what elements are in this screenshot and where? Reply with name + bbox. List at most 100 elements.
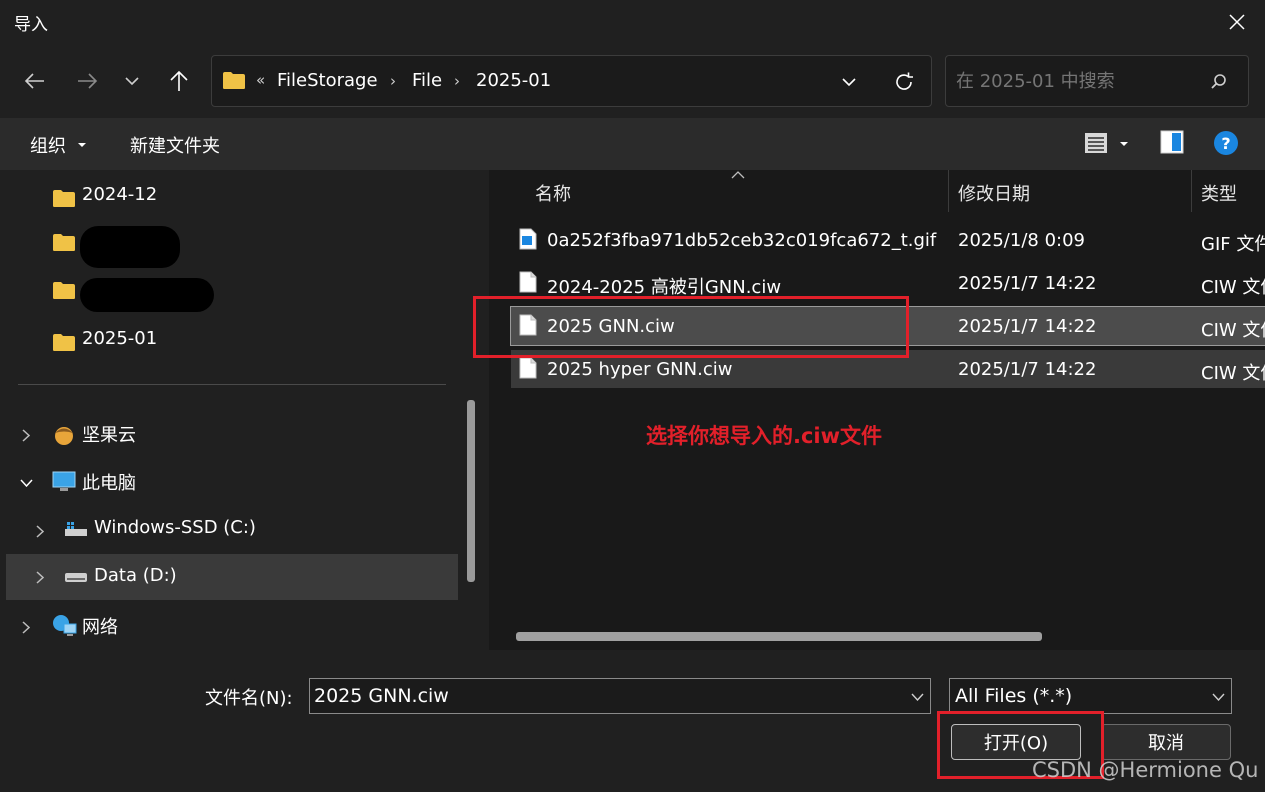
network-icon (53, 615, 77, 636)
filename-label: 文件名(N): (205, 688, 293, 709)
forward-button[interactable] (69, 63, 105, 99)
nav-divider (18, 384, 446, 385)
close-button[interactable] (1215, 4, 1259, 40)
file-name: 2025 hyper GNN.ciw (547, 359, 733, 380)
search-icon (1211, 74, 1226, 89)
window-title: 导入 (14, 15, 48, 35)
annotation-highlight-box (473, 296, 909, 358)
arrow-up-icon (170, 70, 188, 91)
caret-down-icon (78, 143, 86, 147)
folder-icon (223, 72, 245, 89)
up-button[interactable] (161, 63, 197, 99)
arrow-left-icon (24, 73, 44, 89)
redaction-mark (80, 226, 180, 268)
nav-folder-label: 2024-12 (82, 184, 158, 205)
back-button[interactable] (17, 63, 53, 99)
nav-item-label: 此电脑 (82, 473, 136, 494)
chevron-right-icon (36, 571, 44, 584)
nav-scrollbar-thumb[interactable] (467, 400, 475, 582)
svg-text:?: ? (1221, 134, 1230, 153)
chevron-down-icon (1212, 693, 1225, 701)
chevron-right-icon (22, 429, 30, 442)
filename-combobox[interactable]: 2025 GNN.ciw (309, 678, 931, 714)
sort-ascending-icon (731, 171, 745, 179)
breadcrumb-file[interactable]: File (412, 70, 442, 91)
folder-icon (53, 234, 75, 251)
help-icon: ? (1214, 131, 1238, 155)
file-icon (519, 357, 537, 379)
command-bar: 组织 新建文件夹 ? (0, 118, 1265, 170)
nutstore-icon (55, 427, 73, 445)
preview-pane-icon (1160, 130, 1184, 154)
file-date: 2025/1/7 14:22 (958, 273, 1097, 294)
chevron-down-icon (842, 78, 856, 87)
arrow-right-icon (78, 73, 98, 89)
breadcrumb-separator: › (390, 72, 396, 90)
address-bar[interactable]: « FileStorage › File › 2025-01 (211, 55, 932, 107)
close-icon (1229, 14, 1245, 30)
column-divider[interactable] (948, 170, 949, 212)
chevron-right-icon (36, 525, 44, 538)
column-divider[interactable] (1191, 170, 1192, 212)
breadcrumb-2025-01[interactable]: 2025-01 (476, 70, 551, 91)
file-date: 2025/1/7 14:22 (958, 316, 1097, 337)
refresh-icon (896, 72, 913, 90)
cancel-button[interactable]: 取消 (1101, 724, 1231, 760)
address-history-button[interactable] (836, 70, 862, 94)
chevron-down-icon (911, 693, 924, 701)
refresh-button[interactable] (890, 69, 918, 95)
nav-folder-2024-12[interactable]: 2024-12 (52, 182, 252, 214)
computer-icon (52, 471, 76, 491)
chevron-right-icon (22, 621, 30, 634)
file-type: CIW 文件 (1201, 320, 1265, 341)
folder-icon (53, 190, 75, 207)
image-file-icon (519, 228, 537, 250)
nav-item-drive-d[interactable]: Data (D:) (6, 554, 458, 600)
chevron-down-icon (20, 479, 33, 487)
watermark: CSDN @Hermione Qu (1032, 758, 1259, 782)
column-header-name[interactable]: 名称 (535, 180, 571, 206)
new-folder-button[interactable]: 新建文件夹 (130, 132, 220, 158)
breadcrumb-overflow[interactable]: « (256, 71, 265, 89)
search-box[interactable] (945, 55, 1249, 107)
folder-icon (53, 334, 75, 351)
file-list-scrollbar-thumb[interactable] (516, 632, 1042, 641)
file-type-filter-select[interactable]: All Files (*.*) (949, 678, 1232, 714)
column-header-date[interactable]: 修改日期 (958, 180, 1030, 206)
file-date: 2025/1/7 14:22 (958, 359, 1097, 380)
file-row[interactable]: 0a252f3fba971db52ceb32c019fca672_t.gif 2… (511, 221, 1265, 259)
title-bar: 导入 (0, 0, 1265, 44)
folder-icon (53, 282, 75, 299)
file-name: 0a252f3fba971db52ceb32c019fca672_t.gif (547, 230, 937, 251)
nav-item-drive-c[interactable]: Windows-SSD (C:) (18, 514, 448, 548)
chevron-down-icon (125, 77, 139, 86)
drive-icon (65, 522, 87, 536)
redaction-mark (80, 278, 214, 312)
nav-item-label: Data (D:) (94, 565, 177, 586)
file-type: GIF 文件 (1201, 234, 1265, 255)
breadcrumb-filestorage[interactable]: FileStorage (277, 70, 378, 91)
drive-icon (65, 573, 87, 582)
nav-item-nutstore[interactable]: 坚果云 (18, 418, 448, 452)
nav-item-network[interactable]: 网络 (18, 610, 448, 644)
search-input[interactable] (956, 68, 1206, 94)
preview-pane-button[interactable] (1160, 130, 1186, 156)
nav-item-label: 网络 (82, 617, 118, 638)
organize-button[interactable]: 组织 (30, 132, 66, 158)
nav-folder-2025-01[interactable]: 2025-01 (52, 326, 252, 358)
details-view-icon (1085, 133, 1107, 153)
column-header-type[interactable]: 类型 (1201, 180, 1237, 206)
recent-locations-button[interactable] (114, 63, 150, 99)
nav-folder-redacted-1[interactable] (52, 226, 252, 268)
help-button[interactable]: ? (1213, 130, 1239, 156)
file-type: CIW 文件 (1201, 277, 1265, 298)
caret-down-icon (1120, 142, 1128, 146)
annotation-text: 选择你想导入的.ciw文件 (646, 424, 883, 448)
view-options-button[interactable] (1082, 130, 1132, 158)
nav-folder-label: 2025-01 (82, 328, 158, 349)
nav-item-this-pc[interactable]: 此电脑 (18, 466, 448, 500)
breadcrumb-separator: › (454, 72, 460, 90)
nav-folder-redacted-2[interactable] (52, 274, 252, 314)
navigation-pane: 2024-12 2025-01 坚果云 此电脑 Windows-SSD (C:)… (0, 170, 485, 650)
filename-input[interactable]: 2025 GNN.ciw (314, 685, 449, 707)
